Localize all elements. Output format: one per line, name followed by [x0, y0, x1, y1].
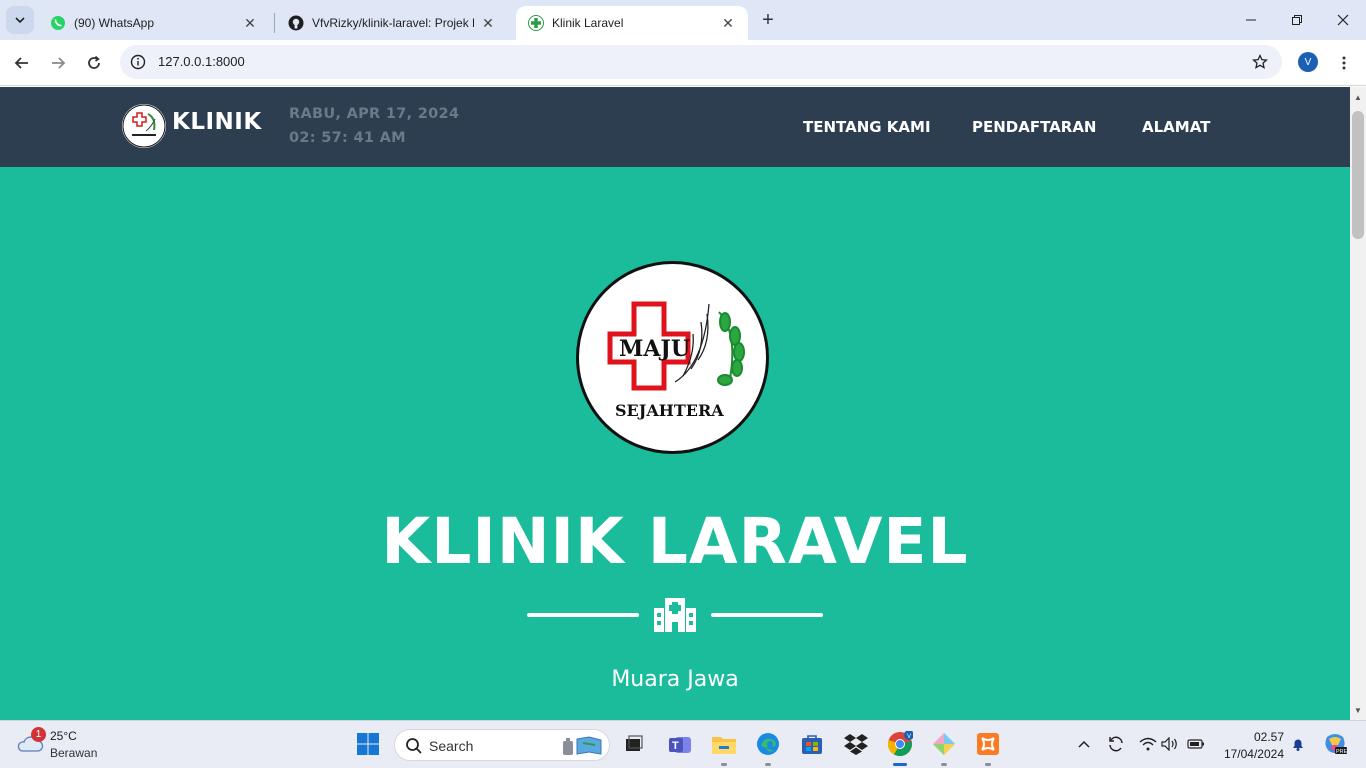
teams-icon[interactable]: T [666, 730, 694, 758]
new-tab-button[interactable]: + [756, 8, 780, 32]
scroll-thumb[interactable] [1352, 111, 1364, 239]
weather-description[interactable]: Berawan [50, 746, 97, 760]
copilot-icon[interactable]: PRE [1322, 734, 1348, 755]
notification-bell-icon[interactable] [1288, 734, 1308, 754]
search-icon [405, 737, 423, 755]
tab-title: (90) WhatsApp [74, 16, 155, 30]
microsoft-store-icon[interactable] [798, 730, 826, 758]
clinic-logo: MAJU SEJAHTERA [576, 261, 769, 454]
battery-icon[interactable] [1186, 734, 1206, 754]
dropbox-icon[interactable] [842, 730, 870, 758]
site-info-icon[interactable] [128, 52, 148, 72]
arrow-left-icon [14, 57, 28, 69]
forward-button[interactable] [44, 49, 72, 77]
taskbar-search-box[interactable]: Search [394, 729, 610, 761]
running-indicator [765, 763, 771, 766]
start-button[interactable] [354, 730, 382, 758]
svg-text:V: V [907, 734, 911, 740]
search-highlight-icon [561, 735, 603, 762]
weather-temperature[interactable]: 25°C [50, 729, 77, 743]
tab-github[interactable]: VfvRizky/klinik-laravel: Projek P ✕ [276, 6, 508, 40]
svg-text:T: T [672, 740, 679, 752]
tab-title: Klinik Laravel [552, 16, 624, 30]
close-tab-icon[interactable]: ✕ [480, 15, 496, 31]
bookmark-star-icon[interactable] [1250, 52, 1270, 72]
minimize-icon [1246, 19, 1256, 21]
tab-whatsapp[interactable]: (90) WhatsApp ✕ [38, 6, 270, 40]
browser-menu-button[interactable] [1334, 50, 1354, 76]
reload-icon [88, 55, 100, 69]
restore-button[interactable] [1274, 0, 1320, 40]
page-title: KLINIK LARAVEL [381, 505, 969, 578]
windows-taskbar: 1 25°C Berawan Search T V 02.57 17/04/20… [0, 720, 1366, 768]
clinic-cross-icon [528, 15, 544, 31]
scroll-up-arrow[interactable]: ▲ [1350, 89, 1366, 105]
close-window-button[interactable] [1320, 0, 1366, 40]
github-icon [288, 15, 304, 31]
volume-icon[interactable] [1160, 734, 1180, 754]
more-vertical-icon [1342, 56, 1346, 70]
running-indicator [941, 763, 947, 766]
brand-logo[interactable] [122, 104, 166, 148]
app-diamond-icon[interactable] [930, 730, 958, 758]
close-tab-icon[interactable]: ✕ [720, 15, 736, 31]
hospital-icon [654, 598, 696, 632]
tab-klinik-laravel[interactable]: Klinik Laravel ✕ [516, 6, 748, 40]
search-placeholder: Search [429, 738, 474, 754]
logo-text-maju: MAJU [619, 336, 690, 362]
tab-separator [274, 13, 275, 33]
nav-pendaftaran[interactable]: PENDAFTARAN [972, 118, 1097, 136]
address-bar[interactable]: 127.0.0.1:8000 [120, 45, 1282, 79]
browser-toolbar: 127.0.0.1:8000 V [0, 40, 1366, 86]
brand-name[interactable]: KLINIK [172, 109, 262, 135]
file-explorer-icon[interactable] [710, 730, 738, 758]
running-indicator [985, 763, 991, 766]
wifi-icon[interactable] [1138, 734, 1158, 754]
page-subtitle: Muara Jawa [611, 667, 739, 692]
profile-avatar[interactable]: V [1298, 52, 1318, 72]
reload-button[interactable] [80, 49, 108, 77]
browser-tab-strip: (90) WhatsApp ✕ VfvRizky/klinik-laravel:… [0, 0, 1366, 40]
tab-title: VfvRizky/klinik-laravel: Projek P [312, 16, 474, 30]
current-time: 02: 57: 41 AM [289, 130, 406, 146]
restore-icon [1292, 15, 1302, 25]
xampp-icon[interactable] [974, 730, 1002, 758]
nav-tentang-kami[interactable]: TENTANG KAMI [803, 118, 931, 136]
sync-icon[interactable] [1106, 734, 1126, 754]
chevron-down-icon [15, 17, 25, 24]
clock-date[interactable]: 17/04/2024 [1220, 747, 1284, 761]
show-hidden-icons-chevron-icon[interactable] [1074, 734, 1094, 754]
scroll-down-arrow[interactable]: ▼ [1350, 702, 1366, 718]
back-button[interactable] [8, 49, 36, 77]
logo-text-sejahtera: SEJAHTERA [615, 401, 724, 420]
url-text[interactable]: 127.0.0.1:8000 [158, 54, 245, 69]
nav-alamat[interactable]: ALAMAT [1142, 118, 1210, 136]
page-viewport: KLINIK RABU, APR 17, 2024 02: 57: 41 AM … [0, 87, 1350, 720]
divider-line-right [711, 613, 823, 617]
windows-logo-icon [357, 733, 379, 755]
arrow-right-icon [52, 57, 66, 69]
running-indicator [721, 763, 727, 766]
close-tab-icon[interactable]: ✕ [242, 15, 258, 31]
notification-badge: 1 [31, 727, 46, 742]
current-date: RABU, APR 17, 2024 [289, 106, 460, 122]
close-icon [1337, 14, 1349, 26]
site-navbar: KLINIK RABU, APR 17, 2024 02: 57: 41 AM … [0, 87, 1350, 167]
edge-browser-icon[interactable] [754, 730, 782, 758]
tab-search-button[interactable] [6, 6, 34, 34]
task-view-icon[interactable] [620, 730, 648, 758]
chrome-icon[interactable]: V [886, 730, 914, 758]
whatsapp-icon [50, 15, 66, 31]
active-window-indicator [893, 763, 907, 766]
page-scrollbar[interactable]: ▲ ▼ [1350, 87, 1366, 720]
clock-time[interactable]: 02.57 [1220, 730, 1284, 744]
divider-line-left [527, 613, 639, 617]
minimize-button[interactable] [1228, 0, 1274, 40]
svg-text:PRE: PRE [1336, 749, 1347, 755]
